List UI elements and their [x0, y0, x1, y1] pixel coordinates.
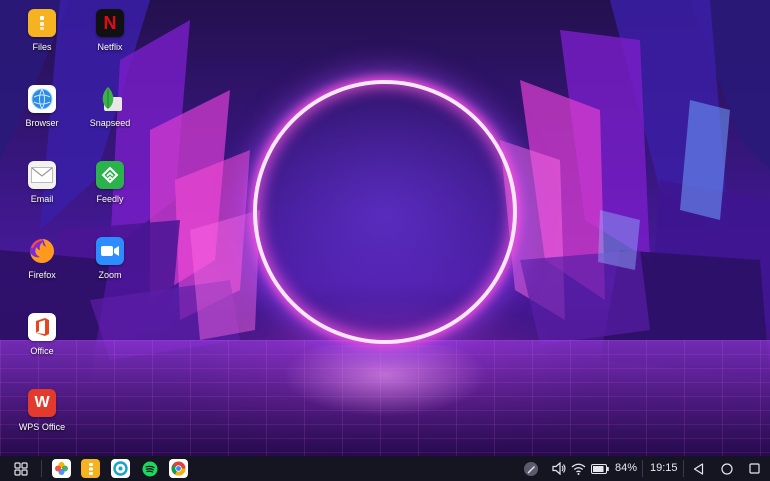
- desktop-icon-email[interactable]: Email: [7, 161, 77, 204]
- wifi-icon: [571, 463, 586, 475]
- taskbar-spotify[interactable]: [140, 459, 159, 478]
- volume-icon: [552, 462, 566, 475]
- browser-icon: [113, 461, 128, 476]
- netflix-glyph: N: [103, 12, 117, 33]
- desktop-icon-label: Firefox: [28, 270, 56, 280]
- home-icon: [720, 462, 733, 475]
- desktop-icon-netflix[interactable]: N Netflix: [75, 9, 145, 52]
- desktop-icon-browser[interactable]: Browser: [7, 85, 77, 128]
- desktop-icon-label: Snapseed: [89, 118, 131, 128]
- taskbar-gallery[interactable]: [52, 459, 71, 478]
- snapseed-icon: [96, 85, 124, 113]
- desktop-icon-label: Email: [30, 194, 54, 204]
- recents-button[interactable]: [745, 459, 764, 478]
- desktop-icon-files[interactable]: Files: [7, 9, 77, 52]
- wifi-button[interactable]: [569, 459, 588, 478]
- netflix-icon: N: [96, 9, 124, 37]
- desktop-icon-label: Zoom: [98, 270, 122, 280]
- desktop-icon-zoom[interactable]: Zoom: [75, 237, 145, 280]
- battery-percent: 84%: [615, 462, 638, 474]
- office-icon: [28, 313, 56, 341]
- recents-icon: [749, 463, 760, 474]
- taskbar-browser[interactable]: [111, 459, 130, 478]
- desktop-icon-label: Netflix: [97, 42, 123, 52]
- app-drawer-button[interactable]: [11, 459, 30, 478]
- zoom-icon: [96, 237, 124, 265]
- back-icon: [693, 462, 704, 475]
- desktop-icon-office[interactable]: Office: [7, 313, 77, 356]
- neon-ring: [253, 80, 517, 344]
- floor-reflection: [250, 345, 520, 455]
- taskbar-separator: [642, 460, 643, 477]
- desktop-wallpaper: [0, 0, 770, 456]
- desktop-icon-wps-office[interactable]: W WPS Office: [7, 389, 77, 432]
- taskbar-files[interactable]: [81, 459, 100, 478]
- firefox-icon: [28, 237, 56, 265]
- files-icon: [88, 462, 93, 475]
- spotify-icon: [142, 461, 157, 476]
- battery-icon: [590, 463, 609, 474]
- stylus-button[interactable]: [521, 459, 540, 478]
- wps-office-icon: W: [28, 389, 56, 417]
- browser-icon: [28, 85, 56, 113]
- gallery-icon: [55, 462, 68, 475]
- desktop-icon-feedly[interactable]: Feedly: [75, 161, 145, 204]
- chrome-icon: [171, 461, 186, 476]
- desktop-icon-label: Files: [32, 42, 52, 52]
- taskbar-chrome[interactable]: [169, 459, 188, 478]
- desktop-icon-label: WPS Office: [18, 422, 66, 432]
- app-drawer-icon: [13, 461, 28, 476]
- desktop-icon-label: Browser: [25, 118, 59, 128]
- desktop-icon-snapseed[interactable]: Snapseed: [75, 85, 145, 128]
- files-icon: [28, 9, 56, 37]
- taskbar: 84% 19:15: [0, 456, 770, 481]
- clock[interactable]: 19:15: [650, 462, 678, 474]
- taskbar-separator: [683, 460, 684, 477]
- desktop-icon-label: Feedly: [96, 194, 124, 204]
- home-button[interactable]: [717, 459, 736, 478]
- wps-glyph: W: [34, 394, 50, 411]
- email-icon: [28, 161, 56, 189]
- volume-button[interactable]: [550, 459, 569, 478]
- battery-indicator[interactable]: [590, 459, 609, 478]
- feedly-icon: [96, 161, 124, 189]
- desktop-icon-label: Office: [30, 346, 54, 356]
- back-button[interactable]: [689, 459, 708, 478]
- desktop-icon-firefox[interactable]: Firefox: [7, 237, 77, 280]
- stylus-icon: [523, 461, 538, 476]
- taskbar-separator: [41, 460, 42, 477]
